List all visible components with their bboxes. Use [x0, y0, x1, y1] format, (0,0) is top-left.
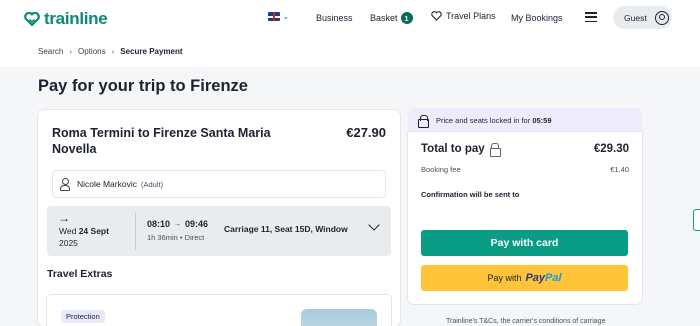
ticket-price: €27.90 — [346, 125, 386, 140]
lock-text: Price and seats locked in for — [436, 115, 531, 125]
heart-icon — [431, 11, 442, 21]
chevron-right-icon: › — [69, 47, 73, 56]
arrive-time: 09:46 — [185, 219, 209, 229]
pay-with-paypal-button[interactable]: Pay with PayPal — [421, 265, 628, 291]
language-selector[interactable]: ⌄ — [268, 12, 289, 21]
basket-label: Basket — [370, 13, 398, 23]
paypal-logo: PayPal — [525, 272, 562, 284]
journey-leg[interactable]: → Wed 24 Sept 2025 08:10 → 09:46 1h 36mi… — [47, 206, 391, 256]
top-header: trainline ⌄ Business Basket 1 Travel Pla… — [0, 0, 700, 36]
avatar-icon — [654, 10, 669, 25]
extras-image — [301, 309, 377, 326]
page-title: Pay for your trip to Firenze — [38, 77, 248, 95]
leg-weekday: Wed — [59, 226, 77, 236]
nav-business[interactable]: Business — [316, 13, 353, 23]
passenger-type: (Adult) — [141, 179, 164, 189]
seat-info: Carriage 11, Seat 15D, Window — [224, 224, 348, 234]
protection-badge: Protection — [61, 310, 105, 323]
terms-text: Trainline's T&Cs, the carrier's conditio… — [446, 318, 606, 325]
menu-icon[interactable] — [585, 12, 597, 22]
travel-extras-title: Travel Extras — [47, 268, 113, 280]
nav-basket[interactable]: Basket 1 — [370, 12, 413, 24]
leg-duration: 1h 36min • Direct — [147, 233, 205, 242]
guest-label: Guest — [624, 12, 647, 23]
breadcrumb-current: Secure Payment — [120, 47, 183, 56]
guest-account-button[interactable]: Guest — [613, 6, 672, 29]
breadcrumb-search[interactable]: Search — [38, 47, 63, 56]
divider — [135, 212, 136, 250]
nav-my-bookings[interactable]: My Bookings — [511, 13, 563, 23]
leg-times: 08:10 → 09:46 — [147, 219, 208, 229]
chevron-down-icon[interactable] — [368, 219, 380, 231]
total-label-wrap: Total to pay — [421, 143, 501, 157]
logo-text: trainline — [44, 9, 108, 28]
depart-time: 08:10 — [147, 219, 171, 229]
breadcrumb-options[interactable]: Options — [78, 47, 106, 56]
person-icon — [59, 178, 70, 191]
breadcrumb: Search › Options › Secure Payment — [0, 36, 700, 67]
uk-flag-icon — [268, 12, 280, 21]
payment-summary: Total to pay €29.30 Booking fee €1.40 Co… — [408, 132, 642, 304]
travel-plans-label: Travel Plans — [446, 11, 496, 21]
lock-text-wrap: Price and seats locked in for 05:59 — [436, 116, 552, 125]
leg-date: Wed 24 Sept 2025 — [59, 225, 129, 249]
nav-travel-plans[interactable]: Travel Plans — [431, 11, 496, 21]
passenger-row: Nicole Markovic (Adult) — [52, 170, 386, 198]
total-label: Total to pay — [421, 143, 485, 155]
arrow-right-icon: → — [174, 220, 182, 228]
trainline-logo[interactable]: trainline — [24, 9, 108, 29]
chevron-right-icon: › — [111, 47, 115, 56]
lock-timer: 05:59 — [532, 115, 552, 125]
arrow-right-icon: → — [58, 211, 70, 225]
price-lock-banner: Price and seats locked in for 05:59 — [408, 108, 642, 132]
padlock-icon — [489, 143, 501, 157]
heart-logo-icon — [24, 12, 40, 26]
pay-with-card-button[interactable]: Pay with card — [421, 230, 628, 256]
journey-card: Roma Termini to Firenze Santa Maria Nove… — [38, 110, 400, 326]
confirmation-label: Confirmation will be sent to — [421, 190, 520, 199]
booking-fee-label: Booking fee — [421, 165, 461, 174]
feedback-tab[interactable] — [693, 209, 700, 231]
passenger-name: Nicole Markovic — [77, 179, 137, 189]
total-value: €29.30 — [593, 143, 629, 155]
extras-card: Protection — [47, 295, 391, 326]
booking-fee-value: €1.40 — [610, 165, 629, 174]
chevron-down-icon: ⌄ — [283, 13, 289, 21]
leg-day-month: 24 Sept — [78, 226, 109, 236]
lock-icon — [418, 114, 429, 128]
route-title: Roma Termini to Firenze Santa Maria Nove… — [52, 126, 271, 156]
basket-count-badge: 1 — [400, 12, 413, 24]
leg-year: 2025 — [59, 238, 78, 248]
pay-with-label: Pay with — [487, 273, 522, 283]
